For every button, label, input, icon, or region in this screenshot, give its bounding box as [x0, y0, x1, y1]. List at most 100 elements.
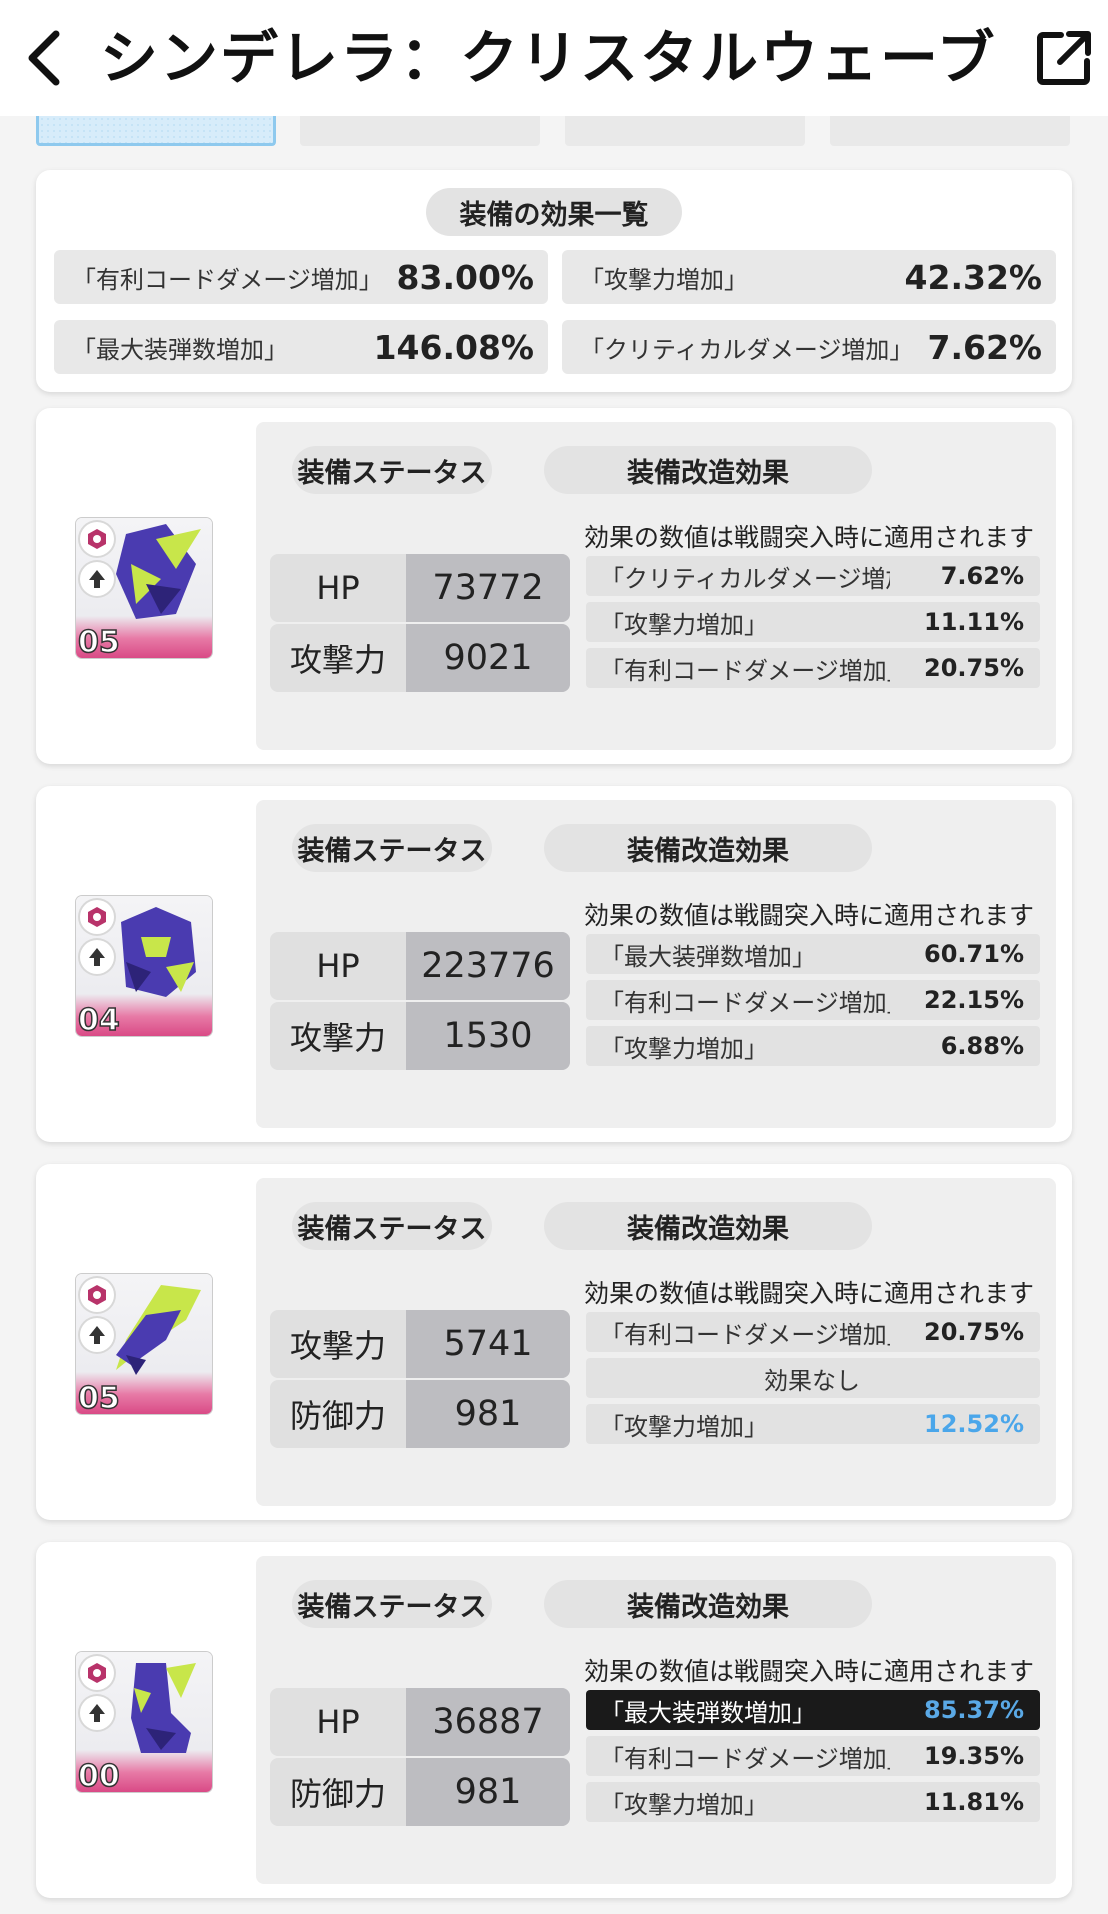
mod-effect-row: 「攻撃力増加」 12.52%: [586, 1404, 1040, 1444]
stat-value: 73772: [406, 554, 570, 622]
equipment-level: 05: [77, 624, 120, 658]
stat-value: 1530: [406, 1002, 570, 1070]
effect-note: 効果の数値は戦闘突入時に適用されます: [584, 1657, 1035, 1686]
status-title: 装備ステータス: [292, 446, 492, 494]
equipment-card: 05 装備ステータス 装備改造効果 効果の数値は戦闘突入時に適用されます 攻撃力…: [36, 1164, 1072, 1520]
mod-effect-label: 「クリティカルダメージ増加」: [600, 564, 890, 593]
mod-effect-row: 「有利コードダメージ増加」 19.35%: [586, 1736, 1040, 1776]
tab-4[interactable]: [830, 116, 1070, 146]
tab-2[interactable]: [300, 116, 540, 146]
mod-effect-label: 「攻撃力増加」: [600, 610, 768, 639]
equipment-image[interactable]: 05: [76, 518, 212, 658]
mod-effect-label: 「有利コードダメージ増加」: [600, 1320, 890, 1349]
status-title: 装備ステータス: [292, 824, 492, 872]
stat-row: 攻撃力 5741: [270, 1310, 570, 1378]
stat-row: HP 36887: [270, 1688, 570, 1756]
summary-title: 装備の効果一覧: [426, 188, 682, 236]
equipment-detail-panel: 装備ステータス 装備改造効果 効果の数値は戦闘突入時に適用されます HP 223…: [256, 800, 1056, 1128]
equipment-card: 04 装備ステータス 装備改造効果 効果の数値は戦闘突入時に適用されます HP …: [36, 786, 1072, 1142]
tab-1[interactable]: [36, 116, 276, 146]
stat-label: 防御力: [289, 1397, 386, 1435]
equipment-image[interactable]: 00: [76, 1652, 212, 1792]
summary-item-value: 7.62%: [927, 327, 1043, 367]
stat-value: 981: [406, 1380, 570, 1448]
stat-label: 攻撃力: [289, 641, 386, 679]
mod-effect-row: 「最大装弾数増加」 60.71%: [586, 934, 1040, 974]
mod-effect-label: 「攻撃力増加」: [600, 1034, 768, 1063]
mod-effect-label: 「最大装弾数増加」: [600, 1698, 816, 1727]
mod-effect-value: 20.75%: [924, 1318, 1024, 1346]
equipment-image[interactable]: 04: [76, 896, 212, 1036]
stat-label: HP: [316, 1703, 360, 1741]
equipment-card: 05 装備ステータス 装備改造効果 効果の数値は戦闘突入時に適用されます HP …: [36, 408, 1072, 764]
mod-effect-title: 装備改造効果: [544, 1202, 872, 1250]
equipment-card: 00 装備ステータス 装備改造効果 効果の数値は戦闘突入時に適用されます HP …: [36, 1542, 1072, 1898]
equipment-art-icon: [121, 907, 196, 997]
summary-item: 「最大装弾数増加」 146.08%: [54, 320, 548, 374]
mod-effect-row: 「攻撃力増加」 11.11%: [586, 602, 1040, 642]
mod-effect-label: 「有利コードダメージ増加」: [600, 656, 890, 685]
stat-value: 36887: [406, 1688, 570, 1756]
status-title: 装備ステータス: [292, 1202, 492, 1250]
mod-effect-label: 「最大装弾数増加」: [600, 942, 816, 971]
back-button[interactable]: [14, 22, 74, 94]
stat-row: 攻撃力 9021: [270, 624, 570, 692]
equipment-detail-panel: 装備ステータス 装備改造効果 効果の数値は戦闘突入時に適用されます HP 368…: [256, 1556, 1056, 1884]
mod-effect-label: 「攻撃力増加」: [600, 1790, 768, 1819]
mod-effect-row: 「有利コードダメージ増加」 20.75%: [586, 1312, 1040, 1352]
mod-effect-value: 19.35%: [924, 1742, 1024, 1770]
effect-note: 効果の数値は戦闘突入時に適用されます: [584, 523, 1035, 552]
share-button[interactable]: [1030, 24, 1098, 92]
mod-effect-title: 装備改造効果: [544, 824, 872, 872]
stat-row: HP 73772: [270, 554, 570, 622]
effect-note: 効果の数値は戦闘突入時に適用されます: [584, 1279, 1035, 1308]
equipment-detail-panel: 装備ステータス 装備改造効果 効果の数値は戦闘突入時に適用されます HP 737…: [256, 422, 1056, 750]
mod-effect-row: 「クリティカルダメージ増加」 7.62%: [586, 556, 1040, 596]
summary-item: 「攻撃力増加」 42.32%: [562, 250, 1056, 304]
stat-row: HP 223776: [270, 932, 570, 1000]
mod-effect-value: 12.52%: [924, 1410, 1024, 1438]
mod-effect-label: 「有利コードダメージ増加」: [600, 988, 890, 1017]
stat-row: 攻撃力 1530: [270, 1002, 570, 1070]
equipment-level: 00: [77, 1758, 120, 1792]
mod-effect-value: 11.11%: [924, 608, 1024, 636]
equipment-art-icon: [116, 1285, 201, 1375]
summary-item-label: 「最大装弾数増加」: [72, 335, 288, 364]
equipment-art-icon: [116, 524, 201, 619]
stat-value: 981: [406, 1758, 570, 1826]
mod-effect-label: 効果なし: [764, 1366, 860, 1395]
tab-3[interactable]: [565, 116, 805, 146]
stat-label: 攻撃力: [289, 1327, 386, 1365]
effect-summary-card: 装備の効果一覧 「有利コードダメージ増加」 83.00% 「攻撃力増加」 42.…: [36, 170, 1072, 392]
equipment-level: 05: [77, 1380, 120, 1414]
mod-effect-label: 「攻撃力増加」: [600, 1412, 768, 1441]
mod-effect-title: 装備改造効果: [544, 1580, 872, 1628]
stat-value: 9021: [406, 624, 570, 692]
summary-item: 「有利コードダメージ増加」 83.00%: [54, 250, 548, 304]
equipment-image[interactable]: 05: [76, 1274, 212, 1414]
chevron-left-icon: [28, 30, 60, 86]
mod-effect-row: 「有利コードダメージ増加」 22.15%: [586, 980, 1040, 1020]
status-title: 装備ステータス: [292, 1580, 492, 1628]
summary-item-label: 「有利コードダメージ増加」: [72, 265, 383, 294]
stat-value: 5741: [406, 1310, 570, 1378]
stat-label: HP: [316, 947, 360, 985]
summary-item-label: 「攻撃力増加」: [580, 265, 748, 294]
summary-item-value: 83.00%: [396, 257, 534, 297]
summary-item: 「クリティカルダメージ増加」 7.62%: [562, 320, 1056, 374]
tab-strip: [0, 116, 1108, 152]
mod-effect-value: 85.37%: [924, 1696, 1024, 1724]
stat-label: 攻撃力: [289, 1019, 386, 1057]
stat-value: 223776: [406, 932, 570, 1000]
mod-effect-row: 「攻撃力増加」 11.81%: [586, 1782, 1040, 1822]
mod-effect-title: 装備改造効果: [544, 446, 872, 494]
mod-effect-empty-row: 効果なし: [586, 1358, 1040, 1398]
equipment-art-icon: [131, 1663, 196, 1753]
summary-item-label: 「クリティカルダメージ増加」: [580, 335, 910, 364]
app-header: シンデレラ：クリスタルウェーブ: [0, 0, 1108, 116]
stat-label: 防御力: [289, 1775, 386, 1813]
summary-item-value: 42.32%: [904, 257, 1042, 297]
stat-label: HP: [316, 569, 360, 607]
mod-effect-row-selected[interactable]: 「最大装弾数増加」 85.37%: [586, 1690, 1040, 1730]
mod-effect-row: 「攻撃力増加」 6.88%: [586, 1026, 1040, 1066]
